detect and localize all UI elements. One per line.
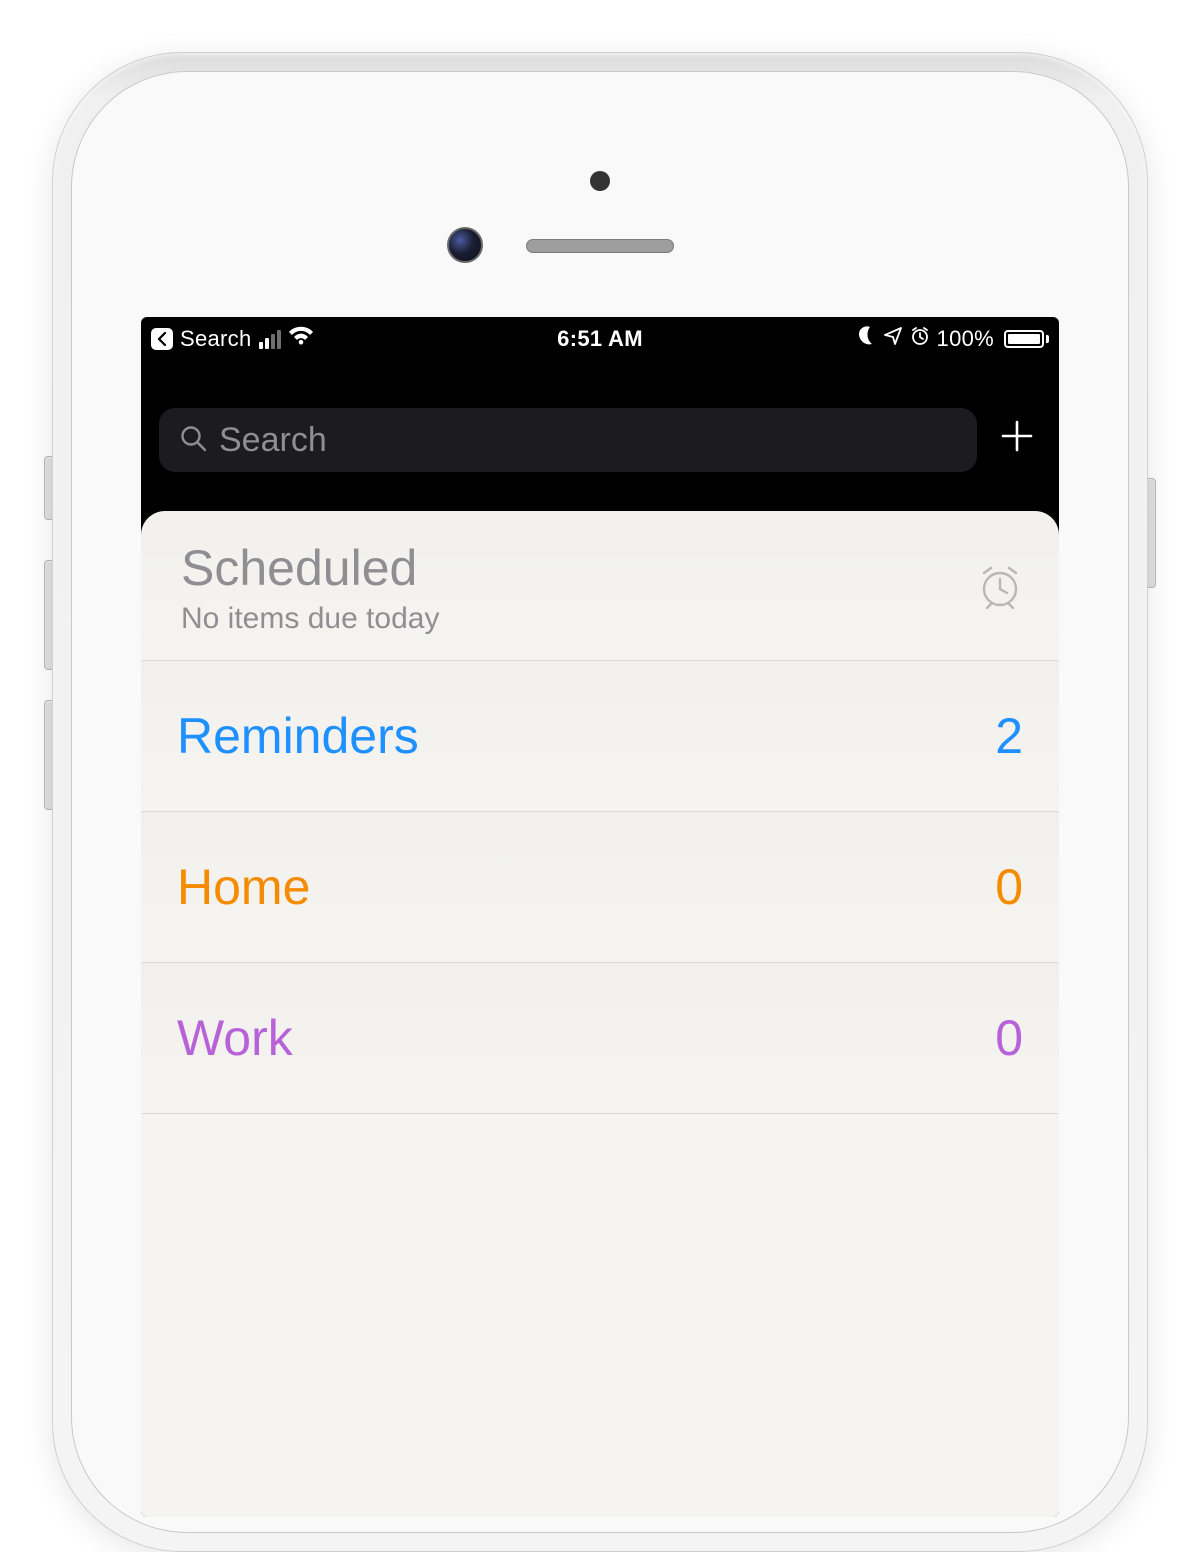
plus-icon	[999, 418, 1035, 454]
lists-stack: Scheduled No items due today Reminders 2 H…	[141, 511, 1059, 1517]
cellular-signal-icon	[259, 330, 281, 349]
screen: Search 6:51 AM	[141, 317, 1059, 1517]
list-count: 2	[995, 707, 1023, 765]
battery-icon	[1001, 330, 1049, 348]
status-right: 100%	[858, 326, 1049, 352]
list-count: 0	[995, 858, 1023, 916]
front-camera	[447, 227, 483, 263]
back-to-search-label[interactable]: Search	[180, 326, 252, 352]
list-card[interactable]: Reminders 2	[141, 661, 1059, 812]
status-left: Search	[151, 326, 314, 352]
proximity-sensor	[590, 171, 610, 191]
search-placeholder: Search	[219, 421, 327, 460]
wifi-icon	[288, 326, 314, 352]
battery-percentage: 100%	[937, 326, 994, 352]
phone-bezel: Search 6:51 AM	[71, 71, 1129, 1533]
list-name: Work	[177, 1011, 293, 1066]
list-name: Reminders	[177, 709, 419, 764]
do-not-disturb-icon	[858, 326, 876, 352]
search-icon	[179, 424, 207, 457]
search-bar-row: Search	[141, 403, 1059, 477]
list-name: Home	[177, 860, 310, 915]
list-card[interactable]: Work 0	[141, 963, 1059, 1114]
scheduled-subtitle: No items due today	[181, 602, 439, 636]
phone-frame: Search 6:51 AM	[52, 52, 1148, 1552]
back-to-search-button[interactable]	[151, 328, 173, 350]
add-list-button[interactable]	[995, 418, 1039, 462]
alarm-clock-icon	[977, 563, 1023, 614]
list-card[interactable]: Home 0	[141, 812, 1059, 963]
status-time: 6:51 AM	[557, 326, 643, 352]
scheduled-title: Scheduled	[181, 541, 439, 596]
scheduled-card[interactable]: Scheduled No items due today	[141, 511, 1059, 661]
alarm-set-icon	[910, 326, 930, 352]
search-input[interactable]: Search	[159, 408, 977, 472]
status-bar: Search 6:51 AM	[141, 317, 1059, 361]
earpiece-speaker	[526, 239, 674, 253]
list-count: 0	[995, 1009, 1023, 1067]
location-icon	[883, 326, 903, 352]
chevron-left-icon	[156, 332, 168, 346]
